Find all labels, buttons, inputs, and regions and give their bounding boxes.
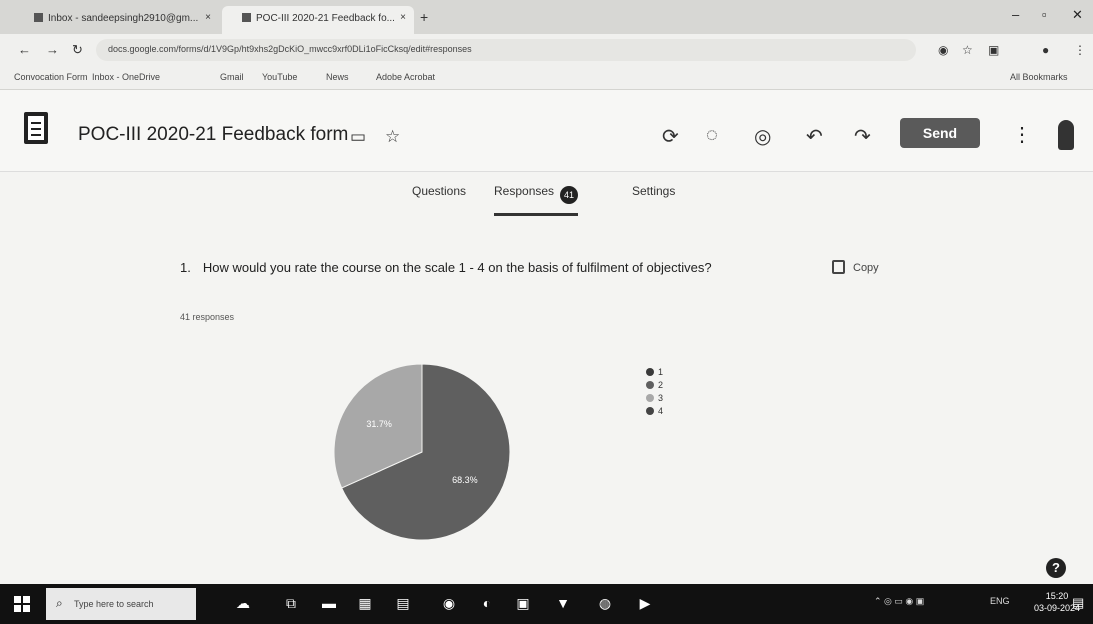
calendar-icon[interactable]: ▦ (356, 594, 374, 612)
search-placeholder: Type here to search (74, 599, 154, 609)
response-count-badge: 41 (560, 186, 579, 204)
all-bookmarks[interactable]: All Bookmarks (1010, 72, 1068, 82)
url-text: docs.google.com/forms/d/1V9Gp/ht9xhs2gDc… (108, 44, 472, 54)
tab-title: Inbox - sandeepsingh2910@gm... (48, 13, 199, 24)
legend-item[interactable]: 4 (646, 405, 663, 418)
forms-logo-icon[interactable] (24, 112, 48, 144)
legend-label: 2 (658, 380, 664, 390)
more-options-icon[interactable]: ⋮ (1012, 122, 1032, 147)
legend-swatch (646, 394, 654, 402)
maximize-icon[interactable]: ▫ (1042, 7, 1047, 22)
language-indicator[interactable]: ENG (990, 596, 1010, 606)
extensions-puzzle-icon[interactable]: ▣ (988, 43, 999, 57)
reload-icon[interactable]: ↻ (72, 42, 83, 58)
task-view-icon[interactable]: ⧉ (282, 594, 300, 612)
legend-item[interactable]: 2 (646, 379, 663, 392)
back-icon[interactable]: ← (18, 42, 31, 57)
tab-label: Responses (494, 184, 555, 198)
bookmark-item[interactable]: News (326, 72, 349, 82)
browser-tab-strip: Inbox - sandeepsingh2910@gm... × POC-III… (0, 0, 1093, 34)
send-button[interactable]: Send (900, 118, 980, 148)
browser-tab-inbox[interactable]: Inbox - sandeepsingh2910@gm... × (14, 6, 219, 34)
new-tab-button[interactable]: + (420, 9, 428, 25)
tray-icons[interactable]: ⌃ ◎ ▭ ◉ ▣ (874, 596, 924, 607)
tab-settings[interactable]: Settings (632, 184, 675, 198)
bookmark-star-icon[interactable]: ☆ (962, 43, 973, 57)
bookmark-item[interactable]: Inbox - OneDrive (92, 72, 160, 82)
photos-icon[interactable]: ▣ (514, 594, 532, 612)
forward-icon[interactable]: → (46, 42, 59, 57)
undo-icon[interactable]: ↶ (806, 124, 823, 149)
copy-chart-button[interactable]: Copy (832, 260, 879, 274)
widgets-icon[interactable]: ☁ (234, 594, 252, 612)
close-tab-icon[interactable]: × (400, 12, 406, 23)
question-title: 1. How would you rate the course on the s… (180, 258, 780, 277)
search-icon: ⌕ (56, 596, 63, 610)
question-text: How would you rate the course on the sca… (202, 260, 712, 275)
legend-swatch (646, 407, 654, 415)
notifications-icon[interactable]: ▤ (1072, 595, 1084, 611)
browser-menu-icon[interactable]: ⋮ (1074, 43, 1086, 57)
legend-label: 3 (658, 393, 664, 403)
addons-icon[interactable]: ⟳ (662, 124, 679, 149)
folder-icon[interactable]: ▭ (350, 127, 366, 147)
legend-item[interactable]: 3 (646, 392, 663, 405)
customize-theme-icon[interactable]: ◌ (706, 124, 718, 147)
pie-slice-label: 68.3% (452, 475, 478, 485)
bookmarks-bar: Convocation Form Inbox - OneDrive Gmail … (0, 66, 1093, 90)
media-player-icon[interactable]: ▶ (636, 594, 654, 612)
question-number: 1. (180, 260, 191, 275)
forms-header: POC-III 2020-21 Feedback form ▭ ☆ ⟳ ◌ ◎ … (0, 90, 1093, 172)
store-icon[interactable]: ▤ (394, 594, 412, 612)
chart-legend: 1 2 3 4 (646, 366, 663, 418)
minimize-icon[interactable]: – (1012, 7, 1019, 22)
legend-swatch (646, 381, 654, 389)
bookmark-item[interactable]: YouTube (262, 72, 297, 82)
windows-start-icon[interactable] (14, 596, 30, 612)
close-tab-icon[interactable]: × (205, 12, 211, 23)
whatsapp-icon[interactable]: ◍ (596, 594, 614, 612)
form-title[interactable]: POC-III 2020-21 Feedback form (78, 124, 348, 146)
browser-tab-forms[interactable]: POC-III 2020-21 Feedback fo... × (222, 6, 414, 34)
extension-icon[interactable]: ◉ (938, 43, 948, 57)
legend-label: 1 (658, 367, 664, 377)
responses-count: 41 responses (180, 312, 235, 322)
tab-questions[interactable]: Questions (412, 184, 466, 198)
url-field[interactable]: docs.google.com/forms/d/1V9Gp/ht9xhs2gDc… (96, 39, 916, 61)
redo-icon[interactable]: ↷ (854, 124, 871, 149)
pie-slice-label: 31.7% (366, 419, 392, 429)
copy-label: Copy (853, 262, 879, 274)
help-button[interactable]: ? (1046, 558, 1066, 578)
avatar[interactable] (1058, 120, 1074, 150)
gmail-icon (34, 13, 43, 22)
taskbar: ⌕ Type here to search ☁ ⧉ ▬ ▦ ▤ ◉ ◐ ▣ ▼ … (0, 584, 1093, 624)
file-explorer-icon[interactable]: ▬ (320, 594, 338, 612)
edge-icon[interactable]: ◐ (478, 594, 496, 612)
tab-title: POC-III 2020-21 Feedback fo... (256, 13, 395, 24)
bookmark-item[interactable]: Adobe Acrobat (376, 72, 435, 82)
star-icon[interactable]: ☆ (385, 127, 400, 147)
copy-icon (832, 260, 845, 274)
pie-chart: 68.3% 31.7% (333, 363, 511, 541)
forms-icon (242, 13, 251, 22)
chrome-icon[interactable]: ◉ (440, 594, 458, 612)
legend-item[interactable]: 1 (646, 366, 663, 379)
close-window-icon[interactable]: ✕ (1072, 7, 1083, 23)
legend-swatch (646, 368, 654, 376)
tab-responses[interactable]: Responses 41 (494, 184, 579, 216)
legend-label: 4 (658, 406, 664, 416)
preview-eye-icon[interactable]: ◎ (754, 124, 771, 149)
form-tabs: Questions Responses 41 Settings (0, 178, 1093, 216)
taskbar-search-input[interactable]: ⌕ Type here to search (46, 588, 196, 620)
bookmark-item[interactable]: Gmail (220, 72, 244, 82)
address-bar-row: ← → ↻ docs.google.com/forms/d/1V9Gp/ht9x… (0, 34, 1093, 66)
profile-icon[interactable]: ● (1042, 43, 1049, 57)
bookmark-item[interactable]: Convocation Form (14, 72, 88, 82)
vlc-icon[interactable]: ▼ (554, 594, 572, 612)
